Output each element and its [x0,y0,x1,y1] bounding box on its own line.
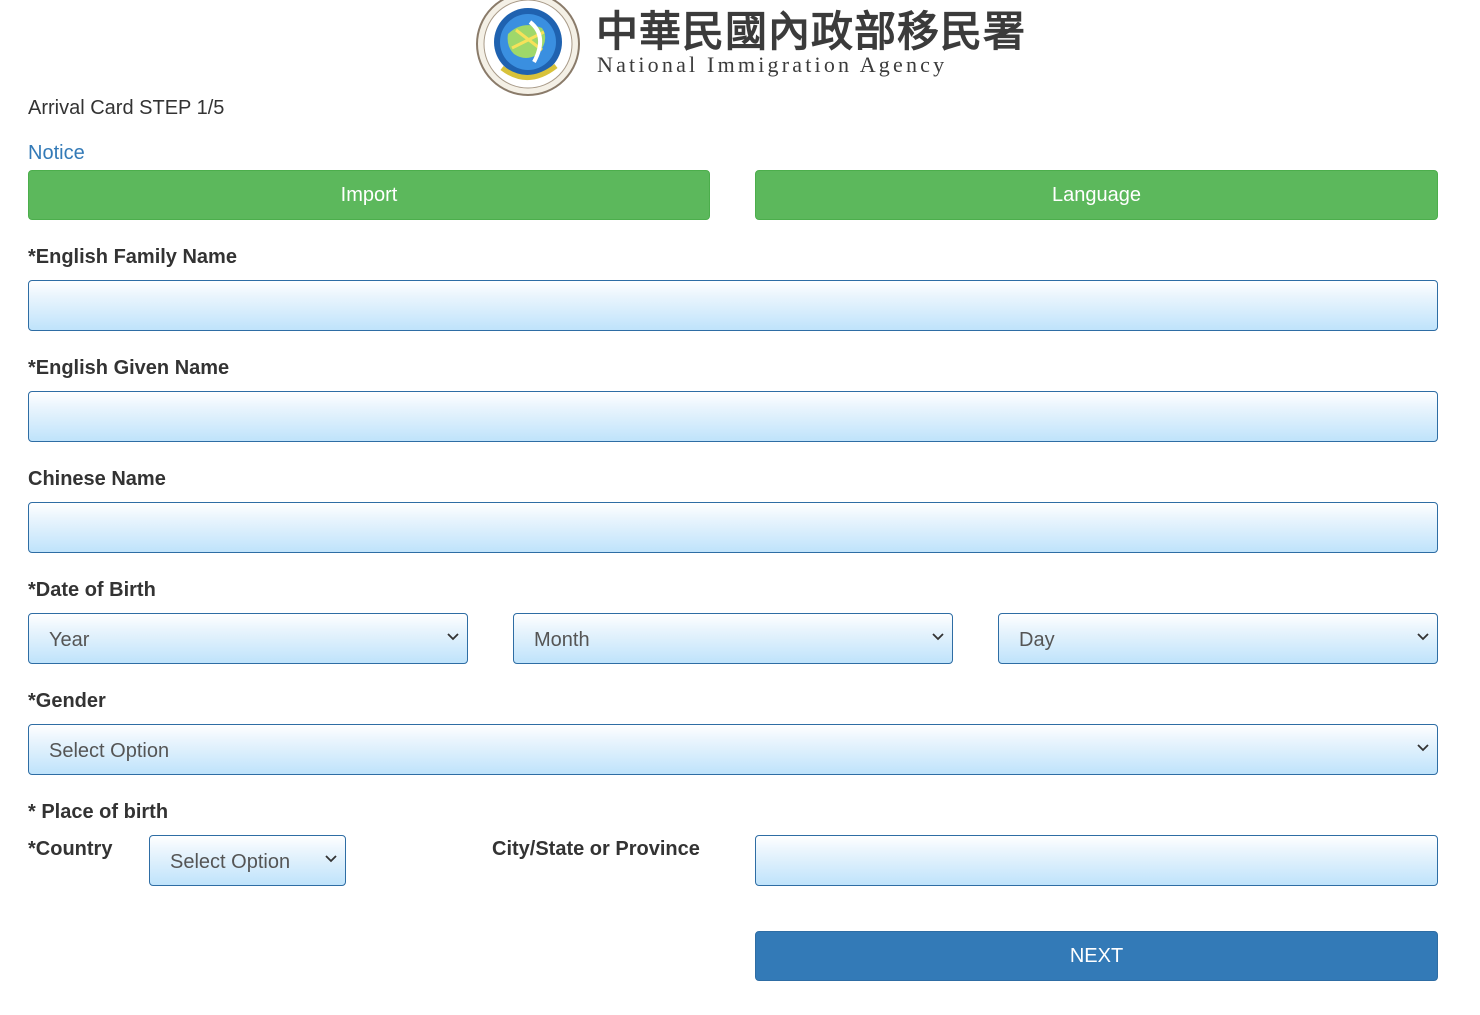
country-label: *Country [28,838,113,860]
birth-day-select[interactable]: Day [998,613,1438,664]
city-field [755,835,1438,886]
given-name-input[interactable] [29,392,1437,441]
city-input[interactable] [756,836,1437,885]
place-of-birth-label: * Place of birth [28,801,169,823]
gender-select[interactable]: Select Option [28,724,1438,775]
chevron-down-icon [325,855,337,863]
birth-year-select[interactable]: Year [28,613,468,664]
given-name-field [28,391,1438,442]
agency-header: 中華民國內政部移民署 National Immigration Agency [472,0,1025,96]
birth-day-value: Day [1019,629,1055,651]
chinese-name-input[interactable] [29,503,1437,552]
agency-name-chinese: 中華民國內政部移民署 [596,7,1027,56]
import-button[interactable]: Import [28,170,710,220]
language-button[interactable]: Language [755,170,1438,220]
next-button[interactable]: NEXT [755,931,1438,981]
chinese-name-field [28,502,1438,553]
birth-year-value: Year [49,629,90,651]
gender-label: *Gender [28,690,106,712]
chevron-down-icon [447,633,459,641]
country-select[interactable]: Select Option [149,835,346,886]
date-of-birth-label: *Date of Birth [28,579,156,601]
chinese-name-label: Chinese Name [28,468,166,490]
agency-seal-icon [476,0,580,96]
family-name-field [28,280,1438,331]
notice-link[interactable]: Notice [28,142,85,165]
city-label: City/State or Province [492,838,700,860]
birth-month-select[interactable]: Month [513,613,953,664]
birth-month-value: Month [534,629,590,651]
chevron-down-icon [932,633,944,641]
arrival-card-page: 中華民國內政部移民署 National Immigration Agency A… [0,0,1480,1015]
step-title: Arrival Card STEP 1/5 [28,97,225,119]
country-value: Select Option [170,851,291,873]
chevron-down-icon [1417,744,1429,752]
family-name-input[interactable] [29,281,1437,330]
agency-name-english: National Immigration Agency [597,52,948,77]
chevron-down-icon [1417,633,1429,641]
given-name-label: *English Given Name [28,357,230,379]
family-name-label: *English Family Name [28,246,237,268]
gender-value: Select Option [49,740,170,762]
